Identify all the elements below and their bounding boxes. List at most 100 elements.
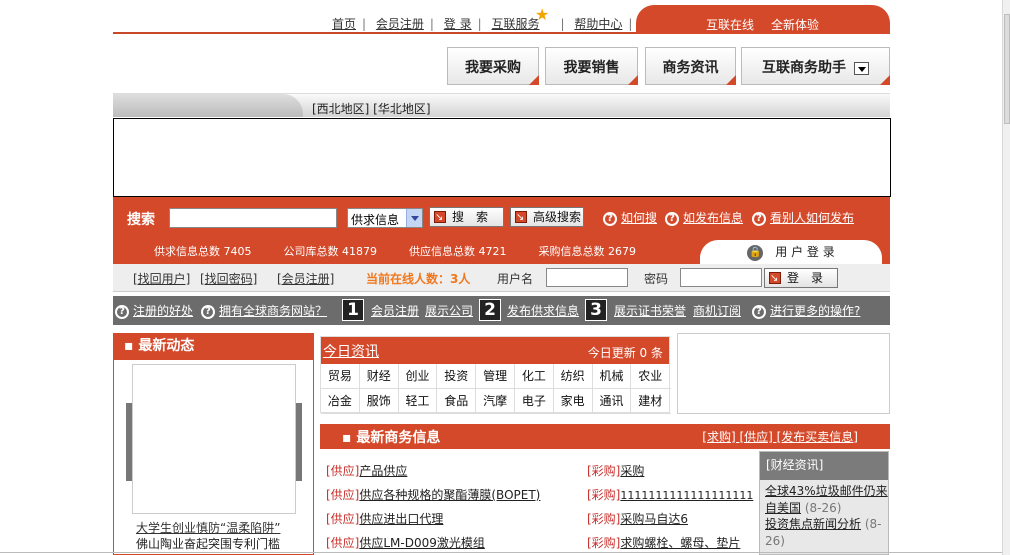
search-label: 搜索 [127, 212, 155, 228]
scrollbar-thumb[interactable] [1004, 14, 1010, 124]
help-more[interactable]: ? 进行更多的操作? [752, 302, 860, 319]
business-item[interactable]: [供应]供应进出口代理 [326, 510, 443, 527]
finance-title: [财经资讯] [760, 452, 888, 480]
step-1-icon: 1 [342, 299, 364, 321]
category-item[interactable]: 投资 [437, 364, 477, 388]
register-link[interactable]: [会员注册] [277, 270, 334, 287]
business-info-header: ▪ 最新商务信息 [求购] [供应] [发布买卖信息] [320, 424, 890, 449]
help-how-search-label: 如何搜 [621, 211, 658, 225]
news-title: 最新动态 [138, 338, 195, 354]
business-item[interactable]: [供应]供应LM-D009激光模组 [326, 534, 485, 551]
help-see-others[interactable]: ? 看别人如何发布 [752, 209, 854, 226]
category-item[interactable]: 财经 [360, 364, 399, 388]
search-button[interactable]: 搜 索 [429, 207, 504, 227]
step-certificates[interactable]: 展示证书荣誉 [614, 302, 686, 319]
tab-assistant-label: 互联商务助手 [762, 60, 846, 76]
tab-purchase[interactable]: 我要采购 [447, 47, 539, 85]
question-icon: ? [603, 211, 617, 226]
business-tag: [供应] [326, 464, 360, 478]
nav-login[interactable]: 登 录 [444, 17, 472, 31]
question-icon: ? [115, 304, 129, 319]
step-show-company[interactable]: 展示公司 [425, 302, 473, 319]
news-item[interactable]: 大学生创业慎防“温柔陷阱” [136, 520, 280, 536]
tab-business-news[interactable]: 商务资讯 [645, 47, 736, 85]
question-icon: ? [752, 211, 766, 226]
category-item[interactable]: 服饰 [360, 389, 399, 413]
nav-home[interactable]: 首页 [332, 17, 356, 31]
category-item[interactable]: 建材 [631, 389, 671, 413]
news-item[interactable]: 佛山陶业奋起突围专利门槛 [136, 536, 280, 552]
login-button[interactable]: 登 录 [764, 268, 838, 288]
banner-text-online: 互联在线 [706, 18, 755, 32]
business-info-links[interactable]: [求购] [供应] [发布买卖信息] [702, 428, 858, 445]
category-item[interactable]: 贸易 [321, 364, 360, 388]
finance-item[interactable]: 全球43%垃圾邮件仍来自美国 (8-26) [765, 483, 889, 517]
business-item[interactable]: [彩购]1111111111111111111 [587, 486, 753, 503]
slider-right-arrow[interactable] [296, 403, 302, 481]
question-icon: ? [665, 211, 679, 226]
tab-sell[interactable]: 我要销售 [545, 47, 638, 85]
help-benefit-label: 注册的好处 [133, 304, 194, 318]
today-info-title[interactable]: 今日资讯 [323, 341, 379, 361]
today-info-header: 今日资讯 今日更新 0 条 [321, 337, 669, 364]
step-3-icon: 3 [585, 299, 607, 321]
news-image[interactable] [126, 364, 302, 514]
category-item[interactable]: 机械 [593, 364, 632, 388]
business-item[interactable]: [供应]产品供应 [326, 462, 407, 479]
category-item[interactable]: 家电 [554, 389, 593, 413]
business-text: 采购马自达6 [620, 512, 689, 526]
category-item[interactable]: 冶金 [321, 389, 360, 413]
category-select[interactable]: 供求信息 [347, 208, 423, 228]
step-register[interactable]: 会员注册 [371, 302, 419, 319]
finance-item-date: (8-26) [804, 501, 842, 515]
help-global[interactable]: ? 拥有全球商务网站？ [201, 302, 327, 319]
help-how-search[interactable]: ? 如何搜 [603, 209, 657, 226]
tab-assistant[interactable]: 互联商务助手 [741, 47, 890, 85]
business-text: 采购 [620, 464, 645, 478]
arrow-box-icon [515, 209, 527, 227]
category-item[interactable]: 农业 [631, 364, 671, 388]
business-tag: [彩购] [587, 512, 621, 526]
stats-row: 供求信息总数 7405 公司库总数 41879 供应信息总数 4721 采购信息总数 … [154, 243, 668, 259]
password-label: 密码 [644, 272, 669, 286]
category-item[interactable]: 轻工 [399, 389, 438, 413]
category-item[interactable]: 汽摩 [476, 389, 515, 413]
category-item[interactable]: 纺织 [554, 364, 593, 388]
help-publish-label: 如发布信息 [683, 211, 744, 225]
vertical-scrollbar[interactable] [1002, 0, 1010, 555]
business-item[interactable]: [彩购]采购 [587, 462, 644, 479]
category-item[interactable]: 电子 [515, 389, 554, 413]
slider-left-arrow[interactable] [126, 403, 132, 481]
search-input[interactable] [169, 208, 337, 228]
finance-item[interactable]: 投资焦点新闻分析 (8-26) [765, 516, 889, 550]
help-publish[interactable]: ? 如发布信息 [665, 209, 743, 226]
step-subscribe[interactable]: 商机订阅 [693, 302, 741, 319]
news-list: 大学生创业慎防“温柔陷阱” 佛山陶业奋起突围专利门槛 [136, 520, 280, 552]
business-text: 供应各种规格的聚酯薄膜(BOPET) [359, 488, 541, 502]
dropdown-icon[interactable] [854, 61, 869, 75]
find-user-link[interactable]: [找回用户] [133, 270, 190, 287]
region-links[interactable]: [西北地区] [华北地区] [312, 100, 431, 117]
category-item[interactable]: 通讯 [593, 389, 632, 413]
nav-services[interactable]: 互联服务 [491, 17, 539, 31]
business-item[interactable]: [供应]供应各种规格的聚酯薄膜(BOPET) [326, 486, 540, 503]
user-login-title: 用 户 登 录 [775, 245, 835, 259]
username-field[interactable] [546, 268, 628, 287]
business-info-title-text: 最新商务信息 [356, 430, 441, 446]
category-item[interactable]: 食品 [437, 389, 477, 413]
bottom-border [0, 552, 1002, 553]
password-field[interactable] [680, 268, 762, 287]
category-item[interactable]: 化工 [515, 364, 554, 388]
business-item[interactable]: [彩购]求购螺栓、螺母、垫片 [587, 534, 740, 551]
category-item[interactable]: 创业 [399, 364, 438, 388]
find-password-link[interactable]: [找回密码] [200, 270, 257, 287]
nav-register[interactable]: 会员注册 [376, 17, 424, 31]
nav-help[interactable]: 帮助中心 [574, 17, 622, 31]
category-item[interactable]: 管理 [476, 364, 515, 388]
help-see-others-label: 看别人如何发布 [770, 211, 855, 225]
question-icon: ? [201, 304, 215, 319]
help-benefit[interactable]: ? 注册的好处 [115, 302, 193, 319]
advanced-search-button[interactable]: 高级搜索 [510, 207, 584, 227]
business-item[interactable]: [彩购]采购马自达6 [587, 510, 688, 527]
step-publish[interactable]: 发布供求信息 [507, 302, 579, 319]
